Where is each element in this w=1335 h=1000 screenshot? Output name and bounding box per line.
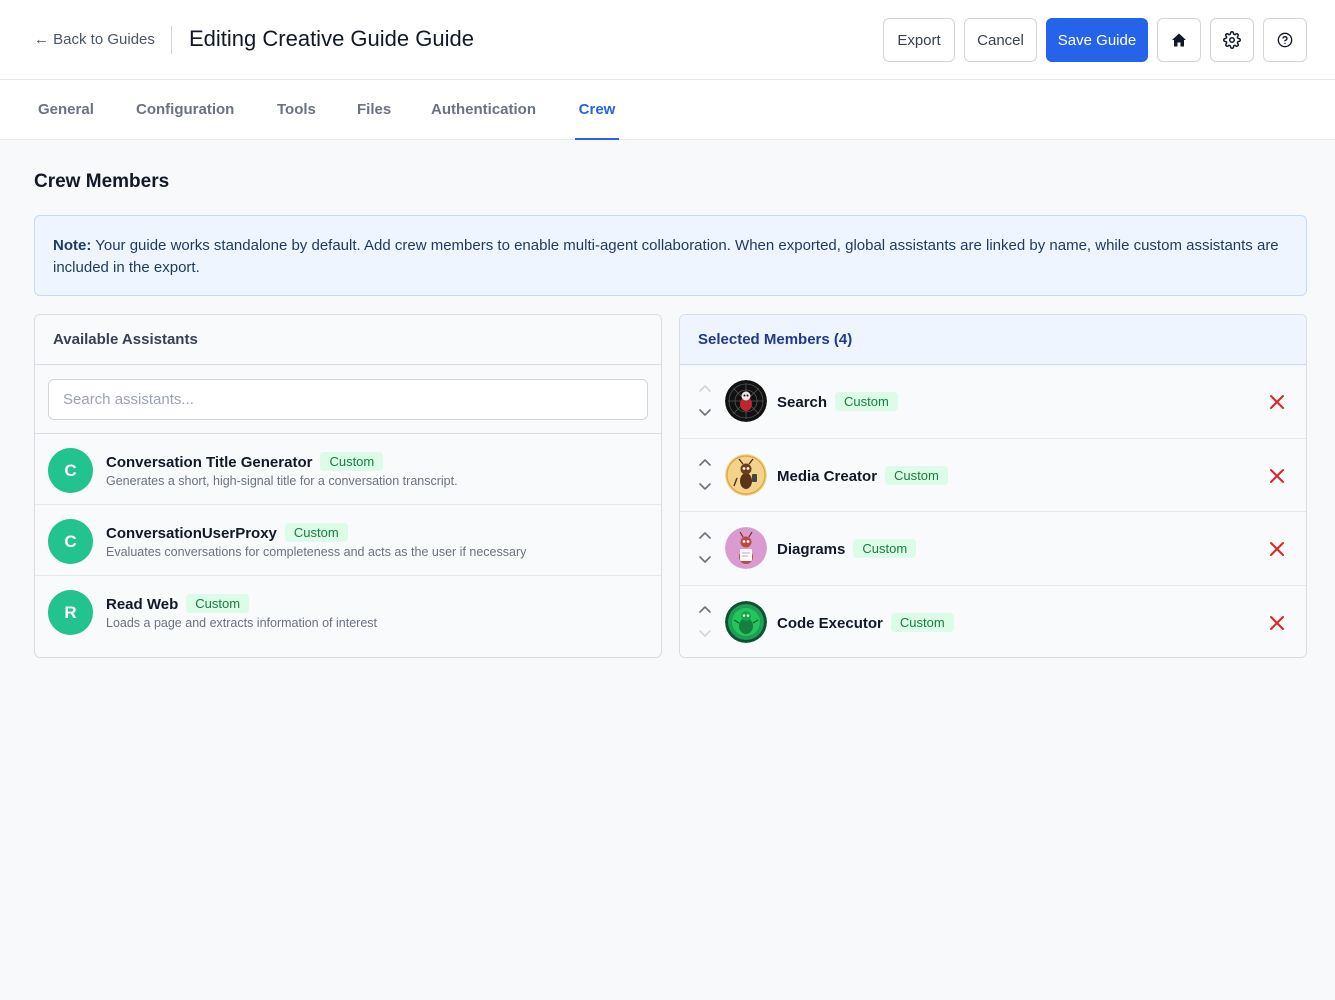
assistant-name: Conversation Title Generator [106,454,313,471]
assistant-name-row: Conversation Title Generator Custom [106,452,384,471]
export-button[interactable]: Export [883,18,955,62]
move-up-icon[interactable] [697,528,713,544]
spider-avatar [725,380,767,422]
selected-member-item: Search Custom [680,365,1306,439]
member-name: Diagrams [777,541,846,558]
assistant-name: Read Web [106,596,179,613]
avatar: C [48,519,93,564]
move-down-icon[interactable] [697,404,713,420]
info-note: Note: Your guide works standalone by def… [34,215,1307,296]
assistant-name-row: ConversationUserProxy Custom [106,523,348,542]
assistant-name-row: Read Web Custom [106,594,250,613]
member-name-row: Diagrams Custom [777,539,917,558]
search-input[interactable] [48,379,648,420]
custom-badge: Custom [835,392,898,411]
move-up-icon[interactable] [697,602,713,618]
available-assistant-item[interactable]: C Conversation Title Generator Custom Gen… [35,434,661,505]
custom-badge: Custom [320,452,384,471]
remove-icon[interactable] [1267,539,1287,559]
header-divider [171,26,172,54]
search-container [35,365,661,434]
available-assistants-panel: Available Assistants C Conversation Titl… [34,314,662,658]
note-text: Your guide works standalone by default. … [53,237,1279,276]
member-name-row: Media Creator Custom [777,465,948,485]
remove-icon[interactable] [1267,613,1287,633]
assistant-description: Evaluates conversations for completeness… [106,545,527,559]
selected-member-item: Diagrams Custom [680,512,1306,586]
selected-member-item: Media Creator Custom [680,438,1306,512]
move-up-icon[interactable] [697,455,713,471]
move-down-icon[interactable] [697,478,713,494]
move-down-icon[interactable] [697,625,713,641]
member-name: Code Executor [777,614,883,632]
ant-artist-avatar [725,453,767,496]
avatar: C [48,448,93,493]
back-to-guides-link[interactable]: ← Back to Guides [34,31,155,48]
gear-icon [1223,31,1241,49]
available-assistant-item[interactable]: R Read Web Custom Loads a page and extrac… [35,576,661,647]
member-name-row: Search Custom [777,392,898,411]
custom-badge: Custom [853,539,917,558]
help-button[interactable] [1263,18,1307,62]
settings-button[interactable] [1210,18,1254,62]
assistant-name: ConversationUserProxy [106,525,277,542]
available-assistant-item[interactable]: C ConversationUserProxy Custom Evaluates … [35,505,661,576]
tab-configuration[interactable]: Configuration [136,80,234,140]
custom-badge: Custom [890,612,954,632]
save-guide-button[interactable]: Save Guide [1046,18,1148,62]
member-name-row: Code Executor Custom [777,612,954,632]
note-label: Note: [53,237,92,254]
custom-badge: Custom [186,594,250,613]
tab-general[interactable]: General [38,80,94,140]
custom-badge: Custom [885,465,948,485]
tab-tools[interactable]: Tools [277,80,316,140]
page-title: Editing Creative Guide Guide [189,26,474,51]
cancel-button[interactable]: Cancel [964,18,1037,62]
available-assistants-title: Available Assistants [35,315,661,365]
member-name: Media Creator [777,467,878,485]
move-up-icon[interactable] [697,381,713,397]
help-icon [1277,32,1293,48]
selected-members-panel: Selected Members (4) Search Custom Media… [679,314,1307,658]
member-name: Search [777,394,828,411]
selected-members-title: Selected Members (4) [680,315,1306,365]
move-down-icon[interactable] [697,551,713,567]
tab-files[interactable]: Files [357,80,391,140]
tab-crew[interactable]: Crew [575,80,619,140]
remove-icon[interactable] [1267,392,1287,412]
crew-members-title: Crew Members [34,171,170,192]
tab-authentication[interactable]: Authentication [431,80,536,140]
home-button[interactable] [1157,18,1201,62]
home-icon [1172,33,1186,47]
selected-member-item: Code Executor Custom [680,585,1306,657]
ant-drawing-avatar [725,527,767,569]
custom-badge: Custom [284,523,348,542]
avatar: R [48,590,93,635]
assistant-description: Loads a page and extracts information of… [106,616,377,630]
top-header: ← Back to Guides Editing Creative Guide … [0,0,1335,80]
tab-bar: General Configuration Tools Files Authen… [0,80,1335,140]
green-bug-avatar [725,600,767,643]
remove-icon[interactable] [1267,466,1287,486]
assistant-description: Generates a short, high-signal title for… [106,474,458,488]
